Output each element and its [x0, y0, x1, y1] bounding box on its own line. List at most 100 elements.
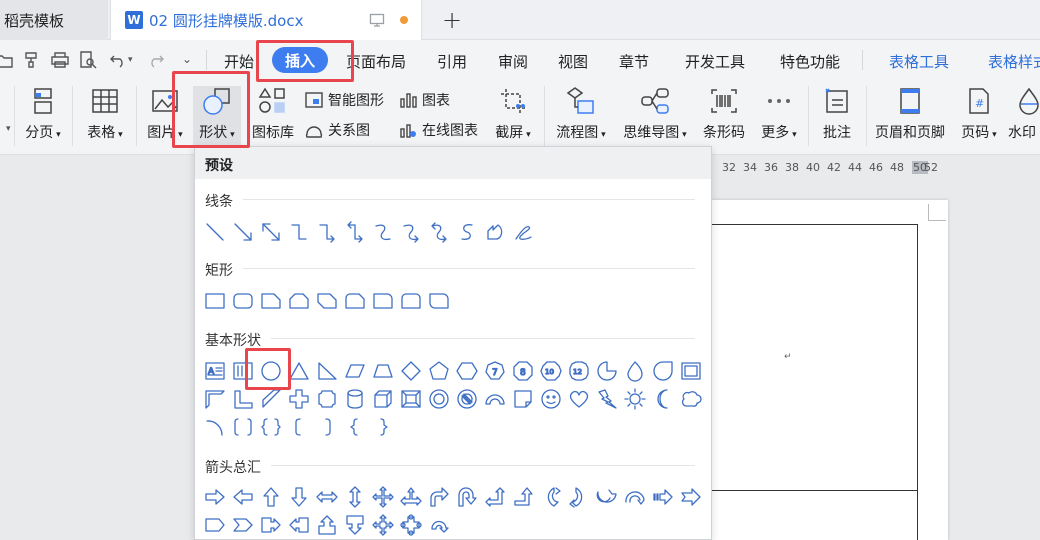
menu-table-tools[interactable]: 表格工具 [889, 51, 949, 72]
sun-shape[interactable] [621, 385, 649, 413]
menu-special[interactable]: 特色功能 [780, 51, 840, 72]
left-right-up-arrow-shape[interactable] [397, 483, 425, 511]
curved-up-arrow-shape[interactable] [593, 483, 621, 511]
elbow-arrow-connector-shape[interactable] [313, 218, 341, 246]
arrow-line-shape[interactable] [229, 218, 257, 246]
up-down-arrow-shape[interactable] [341, 483, 369, 511]
right-arrow-shape[interactable] [201, 483, 229, 511]
block-arc-shape[interactable] [481, 385, 509, 413]
pentagon-arrow-shape[interactable] [201, 511, 229, 539]
snip-round-rectangle-shape[interactable] [341, 287, 369, 315]
curved-connector-shape[interactable] [369, 218, 397, 246]
notched-right-arrow-shape[interactable] [677, 483, 705, 511]
curved-double-arrow-shape[interactable] [425, 218, 453, 246]
plus-arrow-shape[interactable] [397, 511, 425, 539]
double-arrow-line-shape[interactable] [257, 218, 285, 246]
circular-arrow-shape[interactable] [425, 511, 453, 539]
horizontal-ruler[interactable]: 32 34 36 38 40 42 44 46 48 50 52 [712, 156, 1040, 178]
chord-shape[interactable] [649, 357, 677, 385]
decagon-shape[interactable]: 10 [537, 357, 565, 385]
left-right-arrow-shape[interactable] [313, 483, 341, 511]
page-break-button[interactable]: 分页 ▾ [20, 86, 66, 142]
right-bracket-shape[interactable] [313, 413, 341, 441]
striped-right-arrow-shape[interactable] [649, 483, 677, 511]
quad-arrow-shape[interactable] [369, 483, 397, 511]
page-number-button[interactable]: # 页码 ▾ [956, 86, 1002, 142]
heart-shape[interactable] [565, 385, 593, 413]
smart-art-button[interactable]: 智能图形 [304, 90, 384, 110]
elbow-connector-shape[interactable] [285, 218, 313, 246]
undo-icon[interactable] [108, 50, 128, 70]
comment-button[interactable]: 批注 [814, 86, 860, 142]
heptagon-shape[interactable]: 7 [481, 357, 509, 385]
snip-same-side-rectangle-shape[interactable] [285, 287, 313, 315]
double-bracket-shape[interactable] [229, 413, 257, 441]
diamond-shape[interactable] [397, 357, 425, 385]
flowchart-button[interactable]: 流程图 ▾ [552, 86, 610, 142]
bent-up-arrow-shape[interactable] [509, 483, 537, 511]
watermark-button[interactable]: 水印 [1008, 86, 1040, 142]
teardrop-shape[interactable] [621, 357, 649, 385]
moon-shape[interactable] [649, 385, 677, 413]
tab-document[interactable]: W 02 圆形挂牌模版.docx [110, 0, 422, 40]
curved-down-arrow-shape[interactable] [621, 483, 649, 511]
smiley-face-shape[interactable] [537, 385, 565, 413]
curved-arrow-connector-shape[interactable] [397, 218, 425, 246]
curved-left-arrow-shape[interactable] [565, 483, 593, 511]
menu-developer[interactable]: 开发工具 [685, 51, 745, 72]
left-arrow-callout-shape[interactable] [285, 511, 313, 539]
u-turn-arrow-shape[interactable] [453, 483, 481, 511]
rounded-rectangle-shape[interactable] [229, 287, 257, 315]
header-footer-button[interactable]: 页眉和页脚 [870, 86, 950, 142]
quad-arrow-callout-shape[interactable] [369, 511, 397, 539]
more-button[interactable]: 更多 ▾ [756, 86, 802, 142]
icon-library-button[interactable]: 图标库 [250, 86, 296, 142]
print-icon[interactable] [50, 50, 70, 70]
left-dropdown-icon[interactable]: ▾ [6, 124, 11, 134]
left-bracket-shape[interactable] [285, 413, 313, 441]
open-folder-icon[interactable] [0, 50, 14, 70]
text-box-shape[interactable]: A [201, 357, 229, 385]
right-brace-shape[interactable] [369, 413, 397, 441]
snip-diagonal-rectangle-shape[interactable] [313, 287, 341, 315]
bent-arrow-shape[interactable] [425, 483, 453, 511]
menu-view[interactable]: 视图 [558, 51, 588, 72]
chart-button[interactable]: 图表 [398, 90, 450, 110]
octagon-shape[interactable]: 8 [509, 357, 537, 385]
pie-shape[interactable] [593, 357, 621, 385]
left-up-arrow-shape[interactable] [481, 483, 509, 511]
round-diagonal-rectangle-shape[interactable] [425, 287, 453, 315]
line-shape[interactable] [201, 218, 229, 246]
print-preview-icon[interactable] [78, 50, 98, 70]
elbow-double-arrow-shape[interactable] [341, 218, 369, 246]
mindmap-button[interactable]: 思维导图 ▾ [618, 86, 692, 142]
bevel-shape[interactable] [397, 385, 425, 413]
frame-shape[interactable] [677, 357, 705, 385]
snip-corner-rectangle-shape[interactable] [257, 287, 285, 315]
chevron-shape[interactable] [229, 511, 257, 539]
round-corner-rectangle-shape[interactable] [369, 287, 397, 315]
plaque-shape[interactable] [313, 385, 341, 413]
customize-toolbar-icon[interactable]: ⌄ [182, 52, 192, 66]
freeform-shape[interactable] [481, 218, 509, 246]
down-arrow-shape[interactable] [285, 483, 313, 511]
lightning-bolt-shape[interactable] [593, 385, 621, 413]
menu-references[interactable]: 引用 [437, 51, 467, 72]
format-painter-icon[interactable] [22, 50, 42, 70]
dodecagon-shape[interactable]: 12 [565, 357, 593, 385]
relation-map-button[interactable]: 关系图 [304, 120, 370, 140]
online-chart-button[interactable]: 在线图表 [398, 120, 478, 140]
trapezoid-shape[interactable] [369, 357, 397, 385]
left-brace-shape[interactable] [341, 413, 369, 441]
hexagon-shape[interactable] [453, 357, 481, 385]
table-button[interactable]: 表格 ▾ [82, 86, 128, 142]
pentagon-shape[interactable] [425, 357, 453, 385]
can-shape[interactable] [341, 385, 369, 413]
scribble-shape[interactable] [509, 218, 537, 246]
barcode-button[interactable]: 条形码 [698, 86, 750, 142]
menu-section[interactable]: 章节 [619, 51, 649, 72]
half-frame-shape[interactable] [201, 385, 229, 413]
screenshot-button[interactable]: 截屏 ▾ [490, 86, 536, 142]
cloud-shape[interactable] [677, 385, 705, 413]
round-same-side-rectangle-shape[interactable] [397, 287, 425, 315]
